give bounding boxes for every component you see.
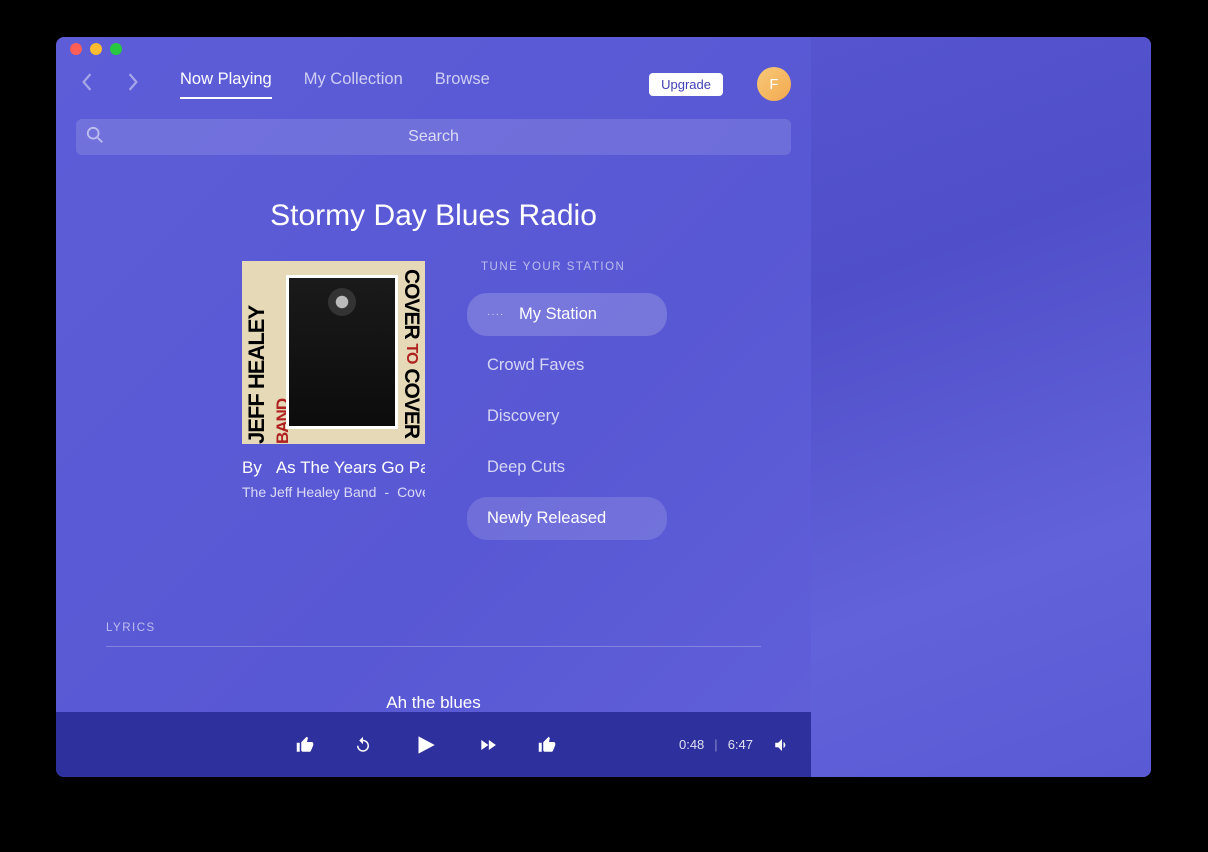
album-art-text: JEFF HEALEY <box>244 306 269 444</box>
tuner-option-deep-cuts[interactable]: Deep Cuts <box>467 446 667 489</box>
avatar[interactable]: F <box>757 67 791 101</box>
tuner-option-label: My Station <box>519 305 597 324</box>
album-art-text: COVER <box>400 368 423 438</box>
time-duration: 6:47 <box>728 737 753 752</box>
skip-forward-button[interactable] <box>478 735 498 755</box>
lyrics-line: Ah the blues <box>106 693 761 713</box>
tuner-option-newly-released[interactable]: Newly Released <box>467 497 667 540</box>
track-artist[interactable]: The Jeff Healey Band <box>242 484 376 500</box>
player-bar: 0:48 | 6:47 <box>56 712 811 777</box>
station-title: Stormy Day Blues Radio <box>56 199 811 233</box>
replay-button[interactable] <box>354 736 372 754</box>
search-bar[interactable] <box>76 119 791 155</box>
tab-now-playing[interactable]: Now Playing <box>180 70 272 99</box>
nav-back-icon[interactable] <box>80 73 94 96</box>
window-traffic-lights[interactable] <box>56 37 811 49</box>
thumbs-down-button[interactable] <box>296 736 314 754</box>
album-art-text: COVER <box>400 269 423 339</box>
search-input[interactable] <box>76 128 791 146</box>
tuner-heading: TUNE YOUR STATION <box>481 261 727 273</box>
tuner-option-crowd-faves[interactable]: Crowd Faves <box>467 344 667 387</box>
nav-forward-icon[interactable] <box>126 73 140 96</box>
waveform-icon: ····· <box>487 309 505 320</box>
lyrics-heading: LYRICS <box>106 622 761 647</box>
tab-browse[interactable]: Browse <box>435 70 490 99</box>
tab-my-collection[interactable]: My Collection <box>304 70 403 99</box>
tuner-option-discovery[interactable]: Discovery <box>467 395 667 438</box>
tuner-option-my-station[interactable]: ····· My Station <box>467 293 667 336</box>
track-separator: - <box>384 484 389 500</box>
volume-button[interactable] <box>773 736 791 754</box>
thumbs-up-button[interactable] <box>538 736 556 754</box>
search-icon <box>86 126 104 149</box>
upgrade-button[interactable]: Upgrade <box>649 73 723 96</box>
play-button[interactable] <box>412 732 438 758</box>
track-by-label: By <box>242 458 262 478</box>
track-title[interactable]: As The Years Go Passing By <box>276 458 425 478</box>
album-art[interactable]: JEFF HEALEY BAND COVER TO COVER <box>242 261 425 444</box>
time-elapsed: 0:48 <box>679 737 704 752</box>
time-separator: | <box>714 737 717 752</box>
track-album[interactable]: Cover To Cover <box>397 484 425 500</box>
album-art-text: TO <box>403 344 420 364</box>
right-side-panel <box>811 37 1151 777</box>
